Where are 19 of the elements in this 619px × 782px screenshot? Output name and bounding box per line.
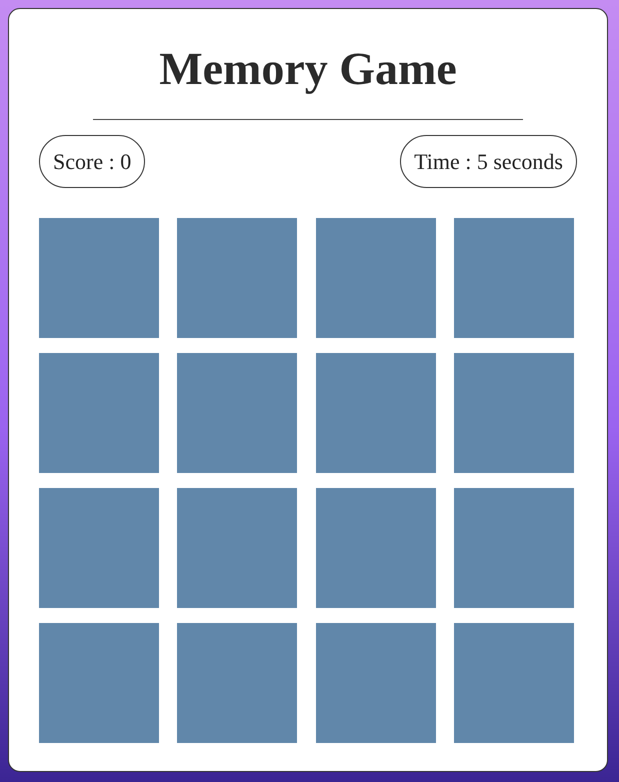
game-card[interactable]: [454, 623, 574, 743]
game-card[interactable]: [177, 353, 298, 473]
game-card[interactable]: [454, 353, 574, 473]
game-card[interactable]: [316, 353, 436, 473]
time-counter: Time : 5 seconds: [400, 135, 577, 188]
game-card[interactable]: [177, 488, 298, 608]
game-card[interactable]: [39, 488, 159, 608]
score-counter: Score : 0: [39, 135, 146, 188]
game-card[interactable]: [316, 218, 436, 338]
game-card[interactable]: [177, 218, 298, 338]
game-card[interactable]: [316, 623, 436, 743]
game-title: Memory Game: [159, 43, 457, 95]
game-card[interactable]: [316, 488, 436, 608]
game-card[interactable]: [177, 623, 298, 743]
game-card[interactable]: [454, 218, 574, 338]
game-card[interactable]: [39, 623, 159, 743]
game-card[interactable]: [39, 218, 159, 338]
game-card[interactable]: [454, 488, 574, 608]
game-card[interactable]: [39, 353, 159, 473]
